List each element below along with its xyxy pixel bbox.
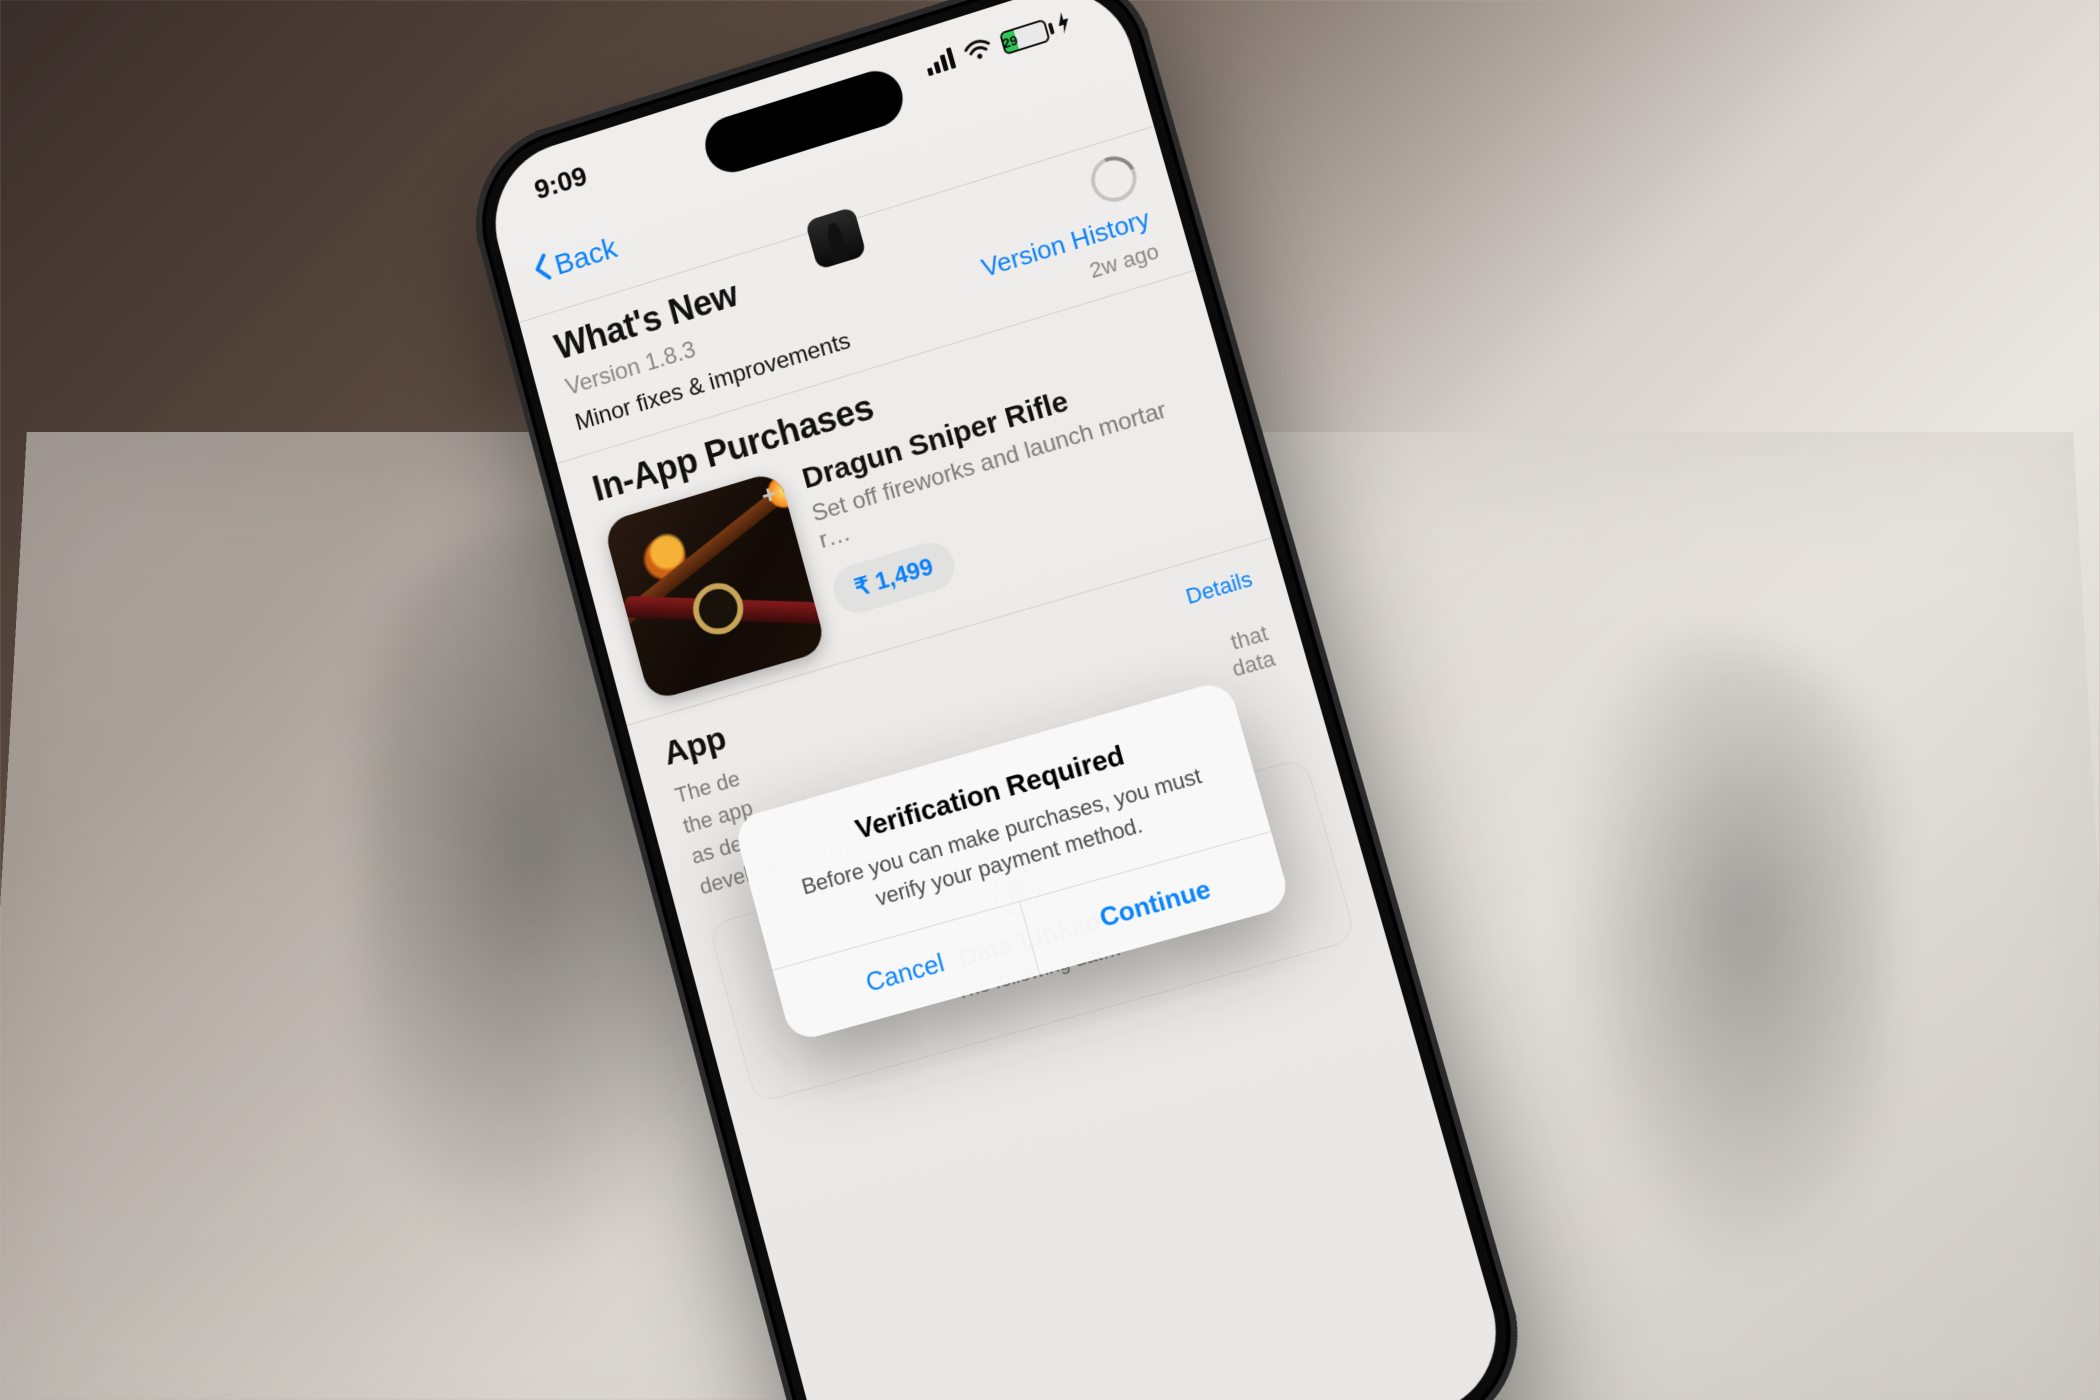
hand-shadow <box>1530 640 1890 1340</box>
photo-scene: 9:09 29 <box>0 0 2100 1400</box>
battery-percentage: 29 <box>1001 30 1018 52</box>
charging-icon <box>1053 8 1075 42</box>
